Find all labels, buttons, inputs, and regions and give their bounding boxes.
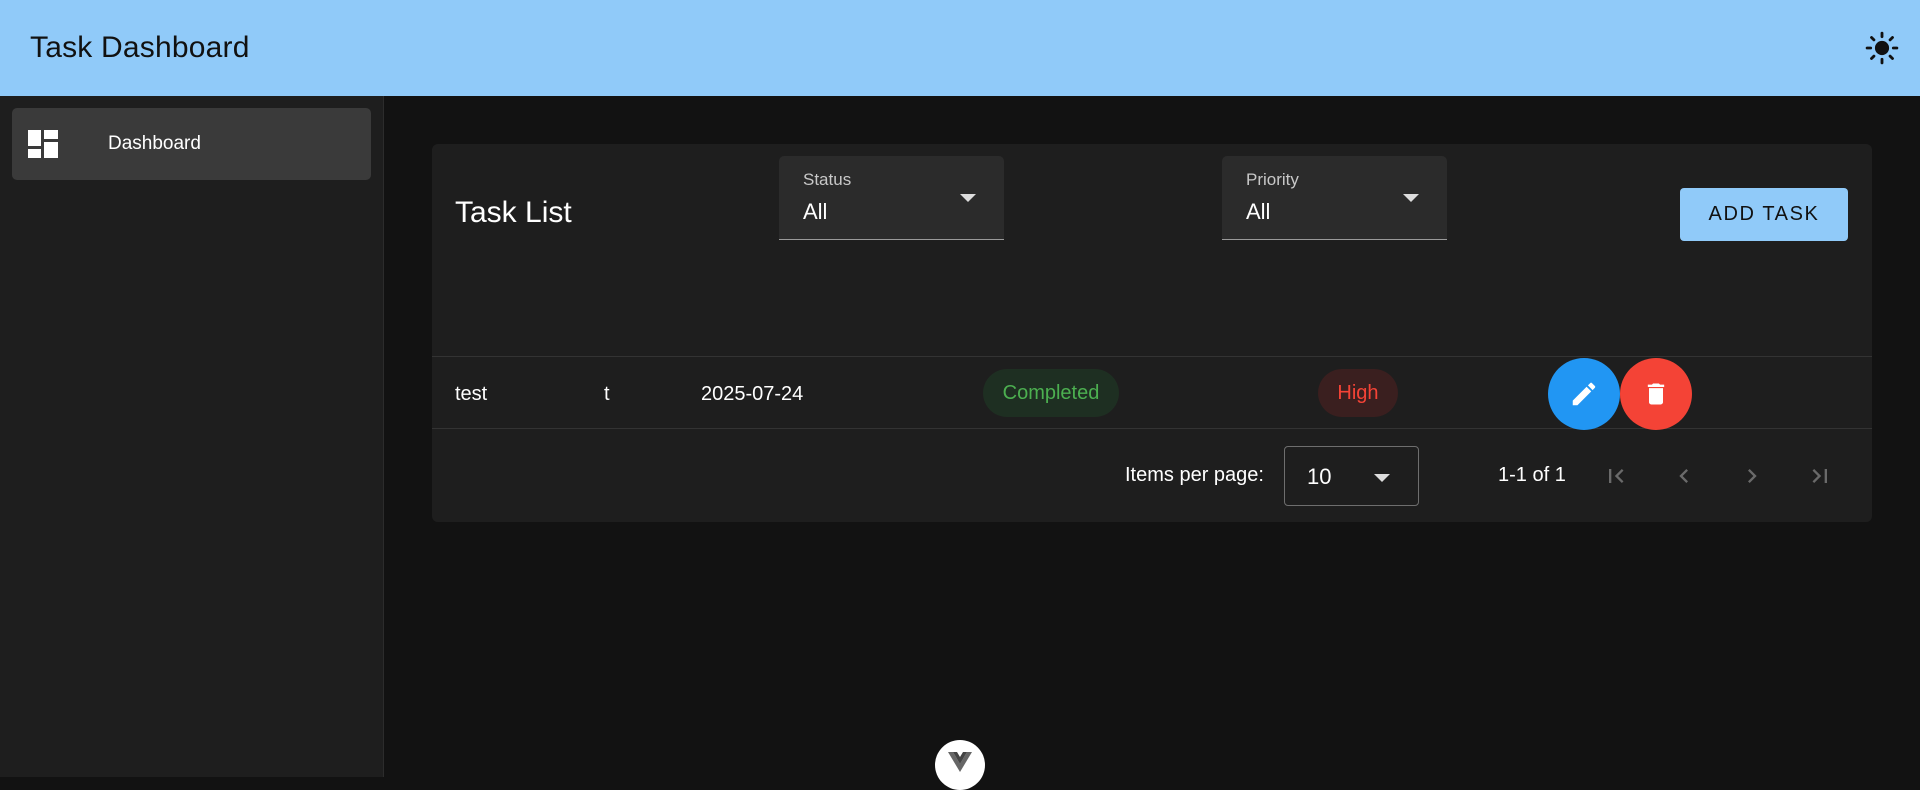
vue-devtools-button[interactable] <box>935 740 985 790</box>
previous-page-button[interactable] <box>1660 452 1708 500</box>
chevron-down-icon <box>960 194 976 202</box>
chevron-down-icon <box>1374 474 1390 482</box>
vue-logo-icon <box>948 752 972 772</box>
first-page-button[interactable] <box>1592 452 1640 500</box>
app-title: Task Dashboard <box>30 31 250 64</box>
items-per-page-value: 10 <box>1307 464 1332 489</box>
last-page-icon <box>1812 469 1827 483</box>
status-filter-select[interactable]: Status All <box>779 156 1004 240</box>
priority-filter-label: Priority <box>1246 170 1299 189</box>
edit-task-button[interactable] <box>1548 358 1620 430</box>
delete-task-button[interactable] <box>1620 358 1692 430</box>
chevron-right-icon <box>1748 469 1757 483</box>
sidebar-item-dashboard[interactable]: Dashboard <box>12 108 371 180</box>
task-list-card: Task List Status All Priority All ADD TA… <box>432 144 1872 522</box>
sidebar: Dashboard <box>0 96 384 777</box>
sidebar-item-label: Dashboard <box>108 133 201 154</box>
status-filter-value: All <box>803 199 828 224</box>
priority-filter-value: All <box>1246 199 1271 224</box>
trash-icon <box>1647 383 1665 405</box>
priority-filter-select[interactable]: Priority All <box>1222 156 1447 240</box>
sun-icon <box>1865 31 1899 65</box>
add-task-button[interactable]: ADD TASK <box>1680 188 1848 241</box>
main-content: Task List Status All Priority All ADD TA… <box>385 96 1920 777</box>
theme-toggle-button[interactable] <box>1862 28 1902 68</box>
chevron-down-icon <box>1403 194 1419 202</box>
status-badge: Completed <box>983 369 1119 417</box>
dashboard-icon <box>28 130 58 158</box>
next-page-button[interactable] <box>1728 452 1776 500</box>
app-bar: Task Dashboard <box>0 0 1920 96</box>
items-per-page-select[interactable]: 10 <box>1284 446 1419 506</box>
pencil-icon <box>1572 382 1596 406</box>
task-list-title: Task List <box>455 196 572 229</box>
pagination-range: 1-1 of 1 <box>1498 464 1566 486</box>
items-per-page-label: Items per page: <box>1125 464 1264 486</box>
status-filter-label: Status <box>803 170 852 189</box>
last-page-button[interactable] <box>1796 452 1844 500</box>
chevron-left-icon <box>1679 469 1688 483</box>
priority-badge: High <box>1318 369 1398 417</box>
task-due-date-cell: 2025-07-24 <box>701 383 804 405</box>
task-description-cell: t <box>604 383 610 405</box>
first-page-icon <box>1609 469 1624 483</box>
task-title-cell: test <box>455 383 488 405</box>
table-row: test t 2025-07-24 Completed High <box>432 356 1872 430</box>
